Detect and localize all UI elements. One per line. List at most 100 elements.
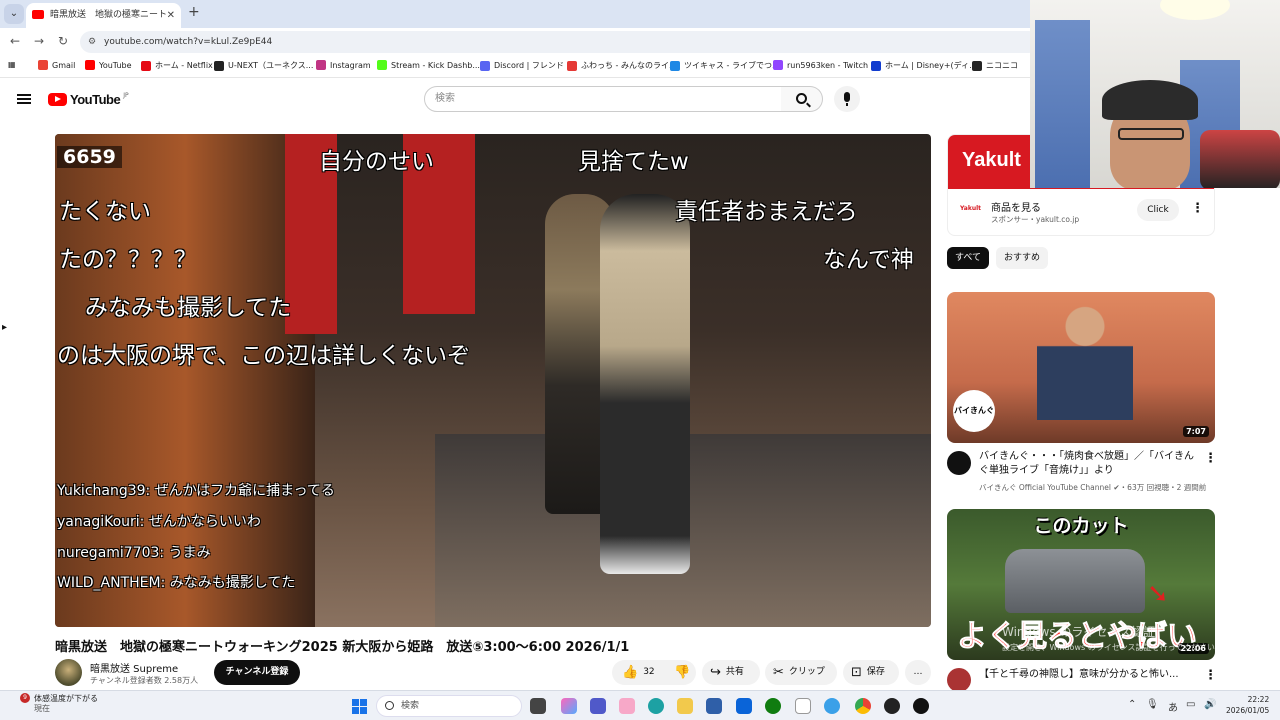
like-button[interactable]: 👍 32 — [612, 660, 666, 685]
viewer-counter: 6659 — [57, 146, 122, 168]
ime-indicator[interactable]: あ — [1168, 699, 1178, 714]
notepad-icon[interactable] — [795, 698, 811, 714]
voice-search-mic-icon[interactable] — [834, 86, 860, 112]
recommended-video-title[interactable]: 【千と千尋の神隠し】意味が分かると怖い... — [979, 668, 1199, 682]
disney-icon — [871, 60, 881, 71]
video-more-icon[interactable]: ⋮ — [1204, 451, 1217, 466]
channel-avatar[interactable] — [55, 659, 82, 686]
share-button[interactable]: ↪ 共有 — [702, 660, 760, 685]
system-clock[interactable]: 22:22 2026/01/05 — [1226, 694, 1269, 716]
subscribe-button[interactable]: チャンネル登録 — [214, 660, 300, 685]
youtube-logo[interactable]: YouTube JP — [48, 92, 129, 107]
xbox-icon[interactable] — [765, 698, 781, 714]
search-icon — [385, 701, 394, 710]
search-button[interactable] — [781, 86, 823, 112]
chat-line: WILD_ANTHEM: みなみも撮影してた — [57, 575, 296, 591]
curtain — [1035, 20, 1090, 188]
twitch-icon — [773, 60, 783, 70]
network-icon[interactable]: ▭ — [1186, 699, 1195, 710]
weather-widget[interactable]: 9 体感温度が下がる 現在 — [16, 693, 98, 714]
channel-avatar[interactable] — [947, 668, 971, 692]
windows-activation-watermark: Windows のライセンス認証 設定を開き、Windows のライセンス認証を… — [1002, 625, 1223, 655]
danmaku-comment: 見捨てたw — [578, 149, 689, 175]
obs-icon[interactable] — [884, 698, 900, 714]
app-icon[interactable] — [619, 698, 635, 714]
url-field[interactable]: ⚙ youtube.com/watch?v=kLul.Ze9pE44 — [80, 31, 1040, 53]
channel-name[interactable]: 暗黒放送 Supreme — [90, 660, 178, 675]
channel-avatar[interactable] — [947, 451, 971, 475]
bookmark-niconico[interactable]: ニコニコ — [972, 60, 1018, 71]
app-icon[interactable] — [824, 698, 840, 714]
apps-grid-icon[interactable]: ▦ — [8, 60, 16, 69]
dislike-button[interactable]: 👎 — [666, 660, 696, 685]
discord-icon — [480, 60, 490, 71]
clip-button[interactable]: ✂ クリップ — [765, 660, 837, 685]
recommended-video-title[interactable]: バイきんぐ・・・「焼肉食べ放題」／「バイきんぐ単独ライブ「音焼け」」より — [979, 450, 1199, 478]
bookmark-disney[interactable]: ホーム | Disney+(ディ... — [871, 60, 977, 71]
edge-icon[interactable] — [648, 698, 664, 714]
tray-overflow-icon[interactable]: ⌃ — [1128, 699, 1136, 710]
more-actions-button[interactable]: … — [905, 660, 931, 685]
bookmark-instagram[interactable]: Instagram — [316, 60, 371, 70]
thumbnail-car — [1005, 549, 1145, 613]
volume-icon[interactable]: 🔊 — [1204, 699, 1216, 710]
back-icon[interactable]: ← — [10, 34, 20, 48]
taskbar-search[interactable]: 検索 — [376, 695, 522, 717]
bookmark-netflix[interactable]: ホーム - Netflix — [141, 60, 213, 71]
walker-figure — [600, 194, 690, 574]
microphone-icon[interactable]: 🎙 — [1146, 699, 1159, 710]
windows-start-icon[interactable] — [352, 699, 367, 714]
bookmark-twitcasting[interactable]: ツイキャス - ライブでつ... — [670, 60, 780, 71]
save-button[interactable]: ⊡ 保存 — [843, 660, 899, 685]
tab-close-icon[interactable]: ✕ — [167, 3, 175, 28]
bookmark-gmail[interactable]: Gmail — [38, 60, 75, 70]
scissors-icon: ✂ — [773, 665, 784, 680]
weather-title: 体感温度が下がる — [34, 694, 98, 703]
forward-icon[interactable]: → — [34, 34, 44, 48]
video-player[interactable]: 6659 自分のせい 見捨てたw たくない 責任者おまえだろ たの？？？？ なん… — [55, 134, 931, 627]
chrome-icon[interactable] — [855, 698, 871, 714]
search-input[interactable]: 検索 — [424, 86, 782, 112]
tab-search-icon[interactable]: ⌄ — [4, 4, 24, 24]
netflix-icon — [141, 60, 151, 71]
video-more-icon[interactable]: ⋮ — [1204, 668, 1217, 683]
bookmark-unext[interactable]: U-NEXT（ユーネクス... — [214, 60, 313, 71]
ad-click-button[interactable]: Click — [1137, 199, 1179, 221]
new-tab-button[interactable]: + — [188, 4, 200, 20]
streamer-glasses — [1118, 128, 1184, 140]
reload-icon[interactable]: ↻ — [58, 34, 68, 48]
bookmark-label: Stream - Kick Dashb... — [391, 60, 480, 70]
recommended-channel[interactable]: バイきんぐ Official YouTube Channel — [979, 483, 1111, 492]
bookmark-discord[interactable]: Discord | フレンド — [480, 60, 564, 71]
danmaku-comment: のは大阪の堺で、この辺は詳しくないぞ — [57, 343, 471, 369]
chip-recommended[interactable]: おすすめ — [996, 247, 1049, 269]
browser-tab-active[interactable]: 暗黒放送 地獄の極寒ニート ✕ — [26, 3, 181, 28]
copilot-icon[interactable] — [561, 698, 577, 714]
bookmark-label: U-NEXT（ユーネクス... — [228, 61, 314, 70]
bookmark-kick[interactable]: Stream - Kick Dashb... — [377, 60, 480, 70]
media-player-icon[interactable] — [913, 698, 929, 714]
ad-brand: Yakult — [962, 149, 1021, 171]
bookmark-fuwacchi[interactable]: ふわっち - みんなのライ... — [567, 60, 677, 71]
hamburger-menu-icon[interactable] — [17, 94, 31, 104]
ceiling-light — [1160, 0, 1230, 20]
bookmark-youtube[interactable]: YouTube — [85, 60, 132, 70]
bookmark-label: run5963ken - Twitch — [787, 60, 869, 70]
bookmark-label: ツイキャス - ライブでつ... — [684, 61, 780, 70]
outlook-icon[interactable] — [736, 698, 752, 714]
like-count: 32 — [643, 667, 655, 677]
task-view-icon[interactable] — [530, 698, 546, 714]
video-thumbnail[interactable]: バイきんぐ 7:07 — [947, 292, 1215, 443]
store-icon[interactable] — [706, 698, 722, 714]
thumbs-up-icon: 👍 — [622, 665, 639, 680]
bookmark-twitch[interactable]: run5963ken - Twitch — [773, 60, 868, 70]
file-explorer-icon[interactable] — [677, 698, 693, 714]
youtube-wordmark: YouTube — [70, 92, 121, 107]
teams-icon[interactable] — [590, 698, 606, 714]
recommended-video-meta: バイきんぐ Official YouTube Channel ✔・63万 回視聴… — [979, 482, 1206, 493]
gmail-icon — [38, 60, 48, 70]
ad-more-icon[interactable]: ⋮ — [1191, 201, 1204, 216]
chip-all[interactable]: すべて — [947, 247, 990, 269]
site-info-icon[interactable]: ⚙ — [88, 31, 96, 53]
thumbnail-caption: このカット — [1033, 515, 1129, 537]
